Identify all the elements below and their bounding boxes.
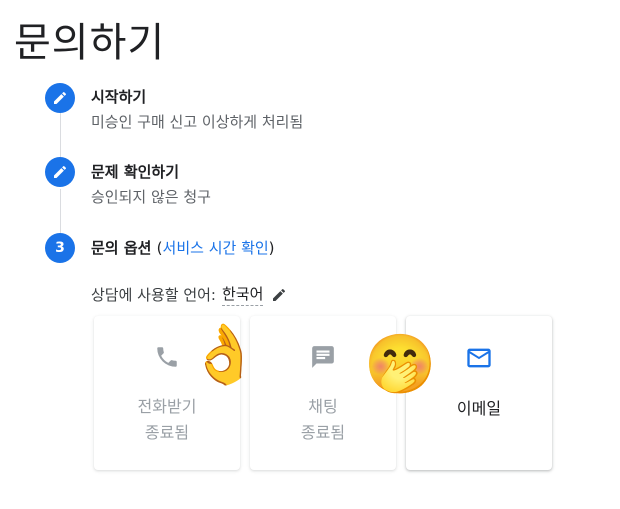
step-2-subtitle: 승인되지 않은 청구 [91, 188, 211, 206]
contact-page: 문의하기 시작하기 미승인 구매 신고 이상하게 처리됨 문제 확인하기 승인되… [0, 0, 620, 509]
service-hours-link[interactable]: 서비스 시간 확인 [163, 239, 269, 257]
page-title: 문의하기 [14, 20, 166, 66]
step-1-edit-badge[interactable] [45, 83, 75, 113]
paren-close: ) [268, 239, 275, 257]
step-3-badge: 3 [45, 233, 75, 263]
language-row: 상담에 사용할 언어: 한국어 [91, 283, 287, 306]
phone-option-text: 전화받기 종료됨 [94, 394, 240, 446]
step-2-title: 문제 확인하기 [91, 163, 180, 181]
phone-option-status: 종료됨 [144, 423, 190, 442]
edit-language-icon[interactable] [271, 287, 287, 303]
pencil-icon [54, 165, 67, 178]
step-connector [60, 189, 61, 233]
language-label: 상담에 사용할 언어: [91, 286, 216, 304]
step-1-title: 시작하기 [91, 88, 147, 106]
step-2-edit-badge[interactable] [45, 157, 75, 187]
email-option-label: 이메일 [456, 399, 502, 418]
phone-option-label: 전화받기 [137, 397, 197, 416]
chat-option-status: 종료됨 [300, 423, 346, 442]
chat-option-text: 채팅 종료됨 [250, 394, 396, 446]
step-connector [60, 113, 61, 157]
language-value[interactable]: 한국어 [222, 283, 264, 306]
pencil-icon [54, 91, 67, 104]
step-3-title-row: 문의 옵션 (서비스 시간 확인) [91, 237, 275, 258]
email-option-text: 이메일 [406, 396, 552, 422]
covering-mouth-emoji: 🤭 [364, 330, 437, 398]
step-1-subtitle: 미승인 구매 신고 이상하게 처리됨 [91, 113, 304, 131]
step-3-title: 문의 옵션 [91, 239, 152, 257]
ok-hand-emoji: 👌 [188, 320, 261, 388]
